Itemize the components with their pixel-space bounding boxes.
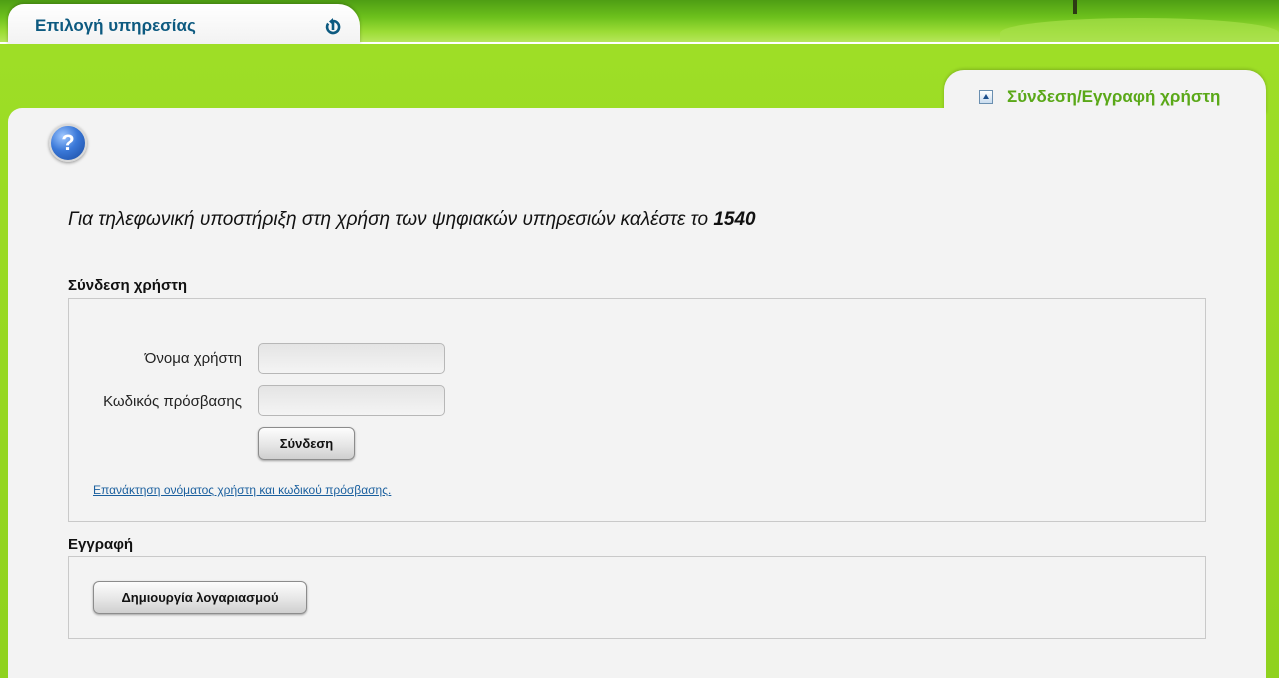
service-selection-tab[interactable]: Επιλογή υπηρεσίας (8, 4, 360, 44)
username-label: Όνομα χρήστη (144, 350, 242, 367)
login-tab-label: Σύνδεση/Εγγραφή χρήστη (1007, 87, 1221, 106)
arrow-circle-icon[interactable] (325, 18, 341, 36)
password-label: Κωδικός πρόσβασης (103, 393, 242, 410)
login-box: Όνομα χρήστη Κωδικός πρόσβασης Σύνδεση Ε… (68, 298, 1206, 522)
password-input[interactable] (258, 385, 445, 416)
support-message: Για τηλεφωνική υποστήριξη στη χρήση των … (68, 209, 756, 231)
login-button[interactable]: Σύνδεση (258, 427, 355, 460)
register-section-title: Εγγραφή (68, 536, 134, 553)
username-input[interactable] (258, 343, 445, 374)
banner-tree (1073, 0, 1077, 14)
service-tab-title: Επιλογή υπηρεσίας (35, 16, 196, 35)
login-section-title: Σύνδεση χρήστη (68, 277, 188, 294)
create-account-button[interactable]: Δημιουργία λογαριασμού (93, 581, 307, 614)
collapse-up-icon[interactable] (979, 90, 993, 104)
support-number: 1540 (713, 209, 756, 230)
support-text: Για τηλεφωνική υποστήριξη στη χρήση των … (68, 209, 714, 230)
banner-hill (1000, 18, 1279, 42)
recover-credentials-link[interactable]: Επανάκτηση ονόματος χρήστη και κωδικού π… (93, 483, 391, 497)
register-box: Δημιουργία λογαριασμού (68, 556, 1206, 639)
help-icon[interactable]: ? (49, 124, 87, 162)
